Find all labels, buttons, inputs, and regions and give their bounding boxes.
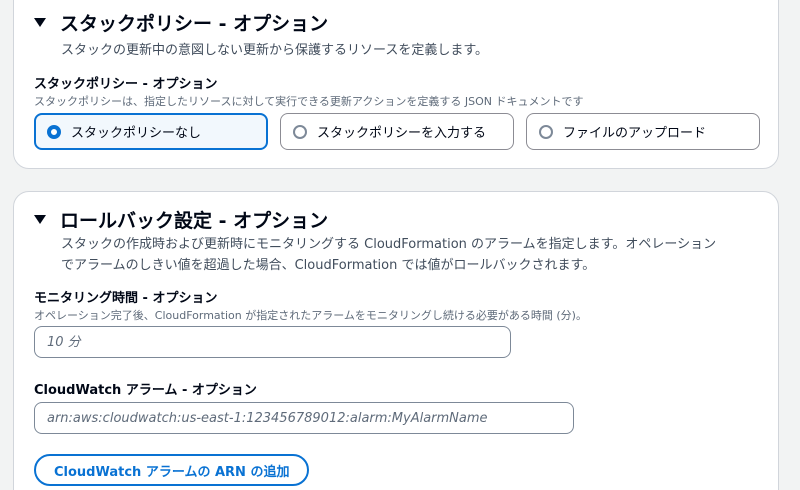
stack-policy-description: スタックの更新中の意図しない更新から保護するリソースを定義します。 [61,43,489,58]
add-cloudwatch-alarm-arn-button[interactable]: CloudWatch アラームの ARN の追加 [34,454,310,486]
radio-upload-file[interactable]: ファイルのアップロード [526,113,760,150]
rollback-config-header[interactable]: ロールバック設定 - オプション [34,206,328,233]
radio-label: スタックポリシーなし [71,126,202,141]
monitoring-time-input[interactable] [34,326,511,358]
stack-policy-title: スタックポリシー - オプション [60,13,329,35]
rollback-config-description: スタックの作成時および更新時にモニタリングする CloudFormation の… [61,234,716,276]
caret-down-icon [34,215,46,224]
radio-unselected-icon [293,124,307,139]
stack-policy-header[interactable]: スタックポリシー - オプション [34,9,328,36]
rollback-description-line-2: でアラームのしきい値を超過した場合、CloudFormation では値がロール… [61,258,596,273]
rollback-description-line-1: スタックの作成時および更新時にモニタリングする CloudFormation の… [61,237,717,252]
stack-policy-panel: スタックポリシー - オプション スタックの更新中の意図しない更新から保護するリ… [13,0,779,169]
radio-no-stack-policy[interactable]: スタックポリシーなし [34,113,268,150]
stack-policy-field-description: スタックポリシーは、指定したリソースに対して実行できる更新アクションを定義する … [34,95,584,108]
cloudwatch-alarm-label: CloudWatch アラーム - オプション [34,383,257,398]
monitoring-time-description: オペレーション完了後、CloudFormation が指定されたアラームをモニタ… [34,309,587,322]
radio-label: ファイルのアップロード [563,126,707,141]
rollback-config-title: ロールバック設定 - オプション [60,210,329,232]
radio-enter-stack-policy[interactable]: スタックポリシーを入力する [280,113,514,150]
rollback-config-panel: ロールバック設定 - オプション スタックの作成時および更新時にモニタリングする… [13,191,779,490]
monitoring-time-label: モニタリング時間 - オプション [34,291,218,306]
radio-label: スタックポリシーを入力する [317,126,487,141]
cloudwatch-alarm-input[interactable] [34,402,574,434]
radio-selected-icon [47,124,61,139]
stack-policy-field-label: スタックポリシー - オプション [34,77,218,92]
radio-unselected-icon [539,124,553,139]
caret-down-icon [34,18,46,27]
